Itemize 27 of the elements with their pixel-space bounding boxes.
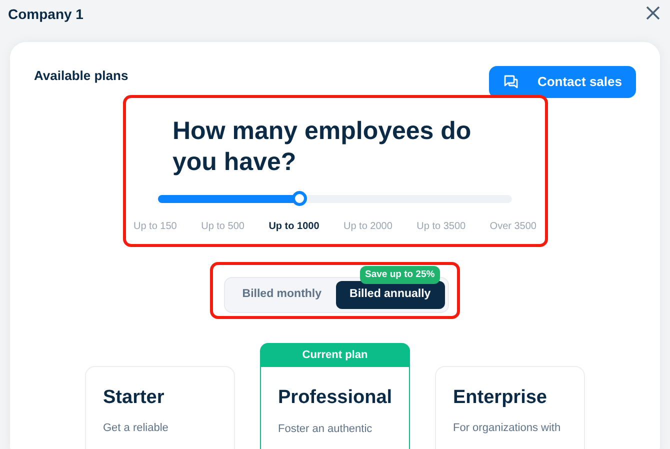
chat-icon — [503, 74, 520, 90]
billing-option[interactable]: Billed monthly — [228, 280, 336, 308]
billing-option[interactable]: Billed annually — [336, 280, 445, 308]
plan-description: Get a reliable — [103, 421, 170, 436]
close-button[interactable] — [644, 4, 662, 22]
range-option[interactable]: Up to 150 — [134, 218, 177, 234]
current-plan-label: Current plan — [260, 342, 410, 367]
savings-badge: Save up to 25% — [360, 266, 440, 284]
plan-card[interactable]: Professional Foster an authentic — [260, 367, 410, 449]
range-option[interactable]: Up to 1000 — [268, 218, 320, 234]
range-option[interactable]: Over 3500 — [490, 218, 536, 234]
range-option[interactable]: Up to 2000 — [343, 218, 392, 234]
section-title: Available plans — [34, 67, 128, 85]
plan-name: Starter — [103, 386, 166, 410]
question-heading: How many employees do you have? — [172, 116, 472, 178]
plan-card[interactable]: Enterprise For organizations with — [435, 366, 585, 449]
plan-name: Enterprise — [453, 386, 548, 410]
plan-name: Professional — [278, 386, 392, 410]
plan-card[interactable]: Starter Get a reliable — [85, 366, 235, 449]
plan-description: Foster an authentic — [278, 422, 374, 436]
close-icon — [644, 4, 662, 22]
contact-sales-button[interactable]: Contact sales — [489, 66, 636, 98]
slider-thumb[interactable] — [292, 190, 308, 206]
range-option[interactable]: Up to 500 — [201, 218, 244, 234]
plan-description: For organizations with — [453, 421, 562, 436]
window-title: Company 1 — [8, 5, 84, 24]
range-option[interactable]: Up to 3500 — [416, 218, 466, 234]
